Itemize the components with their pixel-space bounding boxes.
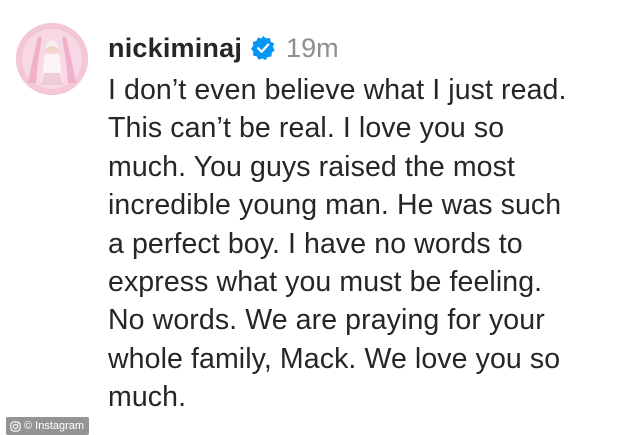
avatar-photo xyxy=(16,23,88,95)
username[interactable]: nickiminaj xyxy=(108,33,242,64)
avatar[interactable] xyxy=(16,23,88,95)
comment-text: I don’t even believe what I just read. T… xyxy=(108,74,567,414)
instagram-watermark: © Instagram xyxy=(6,417,90,435)
camera-icon xyxy=(10,420,21,432)
instagram-comment: nickiminaj 19m I don’t even believe what… xyxy=(0,0,634,435)
comment-header: nickiminaj 19m xyxy=(108,28,339,68)
verified-badge-icon xyxy=(250,35,276,61)
timestamp: 19m xyxy=(286,32,339,63)
watermark-label: © Instagram xyxy=(24,420,85,432)
